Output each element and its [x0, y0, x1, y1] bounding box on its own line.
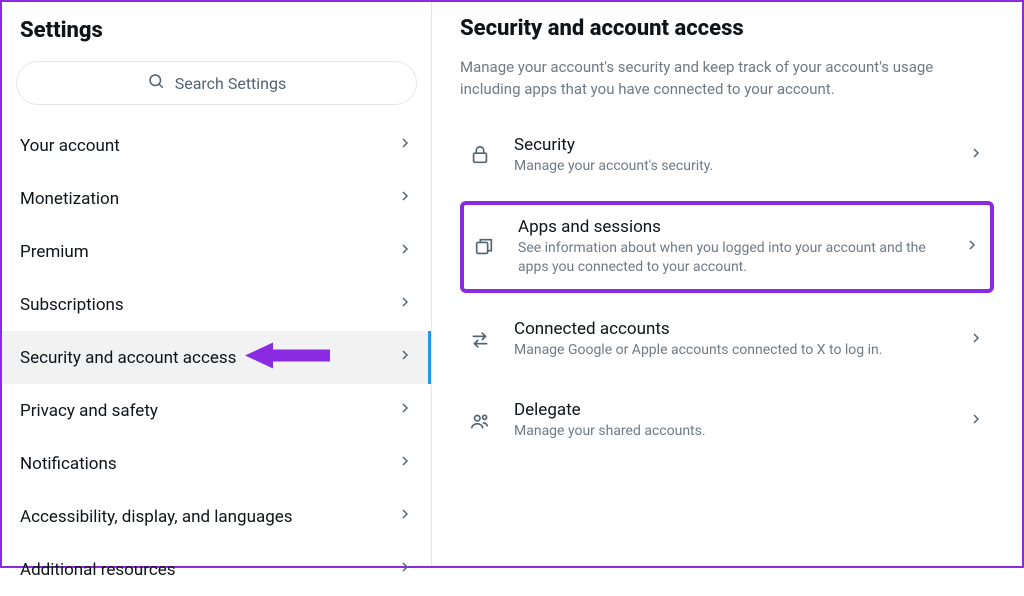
sidebar-item-label: Your account: [20, 136, 120, 156]
chevron-right-icon: [397, 559, 413, 580]
sidebar-item-label: Notifications: [20, 454, 117, 474]
sidebar-item-security[interactable]: Security and account access: [2, 331, 431, 384]
chevron-right-icon: [968, 145, 984, 165]
page-title: Security and account access: [460, 16, 994, 41]
option-subtitle: Manage Google or Apple accounts connecte…: [514, 341, 948, 360]
search-input[interactable]: Search Settings: [16, 61, 417, 105]
sidebar-item-premium[interactable]: Premium: [2, 225, 431, 278]
option-subtitle: Manage your shared accounts.: [514, 422, 948, 441]
option-connected-accounts[interactable]: Connected accounts Manage Google or Appl…: [460, 305, 994, 374]
sidebar-item-privacy[interactable]: Privacy and safety: [2, 384, 431, 437]
chevron-right-icon: [397, 241, 413, 262]
chevron-right-icon: [397, 135, 413, 156]
chevron-right-icon: [397, 506, 413, 527]
chevron-right-icon: [397, 347, 413, 368]
option-body: Connected accounts Manage Google or Appl…: [514, 319, 948, 360]
chevron-right-icon: [397, 294, 413, 315]
sidebar-item-accessibility[interactable]: Accessibility, display, and languages: [2, 490, 431, 543]
option-body: Apps and sessions See information about …: [518, 217, 944, 277]
chevron-right-icon: [968, 411, 984, 431]
people-icon: [466, 410, 494, 432]
option-body: Delegate Manage your shared accounts.: [514, 400, 948, 441]
option-title: Delegate: [514, 400, 948, 420]
sidebar-item-monetization[interactable]: Monetization: [2, 172, 431, 225]
sidebar-item-label: Security and account access: [20, 348, 236, 368]
chevron-right-icon: [397, 453, 413, 474]
sidebar-item-label: Additional resources: [20, 560, 176, 580]
search-placeholder: Search Settings: [175, 74, 287, 93]
option-subtitle: See information about when you logged in…: [518, 239, 944, 277]
lock-icon: [466, 144, 494, 166]
sidebar-item-label: Monetization: [20, 189, 119, 209]
chevron-right-icon: [964, 237, 980, 257]
option-apps-sessions[interactable]: Apps and sessions See information about …: [460, 201, 994, 293]
option-security[interactable]: Security Manage your account's security.: [460, 121, 994, 190]
sidebar-item-subscriptions[interactable]: Subscriptions: [2, 278, 431, 331]
option-title: Security: [514, 135, 948, 155]
swap-icon: [466, 329, 494, 351]
sidebar-item-label: Accessibility, display, and languages: [20, 507, 293, 527]
option-subtitle: Manage your account's security.: [514, 157, 948, 176]
apps-icon: [470, 236, 498, 258]
page-description: Manage your account's security and keep …: [460, 57, 994, 101]
sidebar-item-label: Subscriptions: [20, 295, 124, 315]
annotation-arrow-icon: [245, 339, 330, 376]
sidebar-item-your-account[interactable]: Your account: [2, 119, 431, 172]
chevron-right-icon: [397, 188, 413, 209]
sidebar-item-notifications[interactable]: Notifications: [2, 437, 431, 490]
main-panel: Security and account access Manage your …: [432, 2, 1022, 566]
option-title: Apps and sessions: [518, 217, 944, 237]
sidebar-item-label: Privacy and safety: [20, 401, 158, 421]
option-delegate[interactable]: Delegate Manage your shared accounts.: [460, 386, 994, 455]
option-body: Security Manage your account's security.: [514, 135, 948, 176]
sidebar-title: Settings: [2, 2, 431, 55]
search-wrap: Search Settings: [2, 55, 431, 119]
search-icon: [147, 72, 165, 94]
settings-sidebar: Settings Search Settings Your account Mo…: [2, 2, 432, 566]
sidebar-item-additional[interactable]: Additional resources: [2, 543, 431, 596]
chevron-right-icon: [968, 330, 984, 350]
option-title: Connected accounts: [514, 319, 948, 339]
chevron-right-icon: [397, 400, 413, 421]
sidebar-item-label: Premium: [20, 242, 89, 262]
